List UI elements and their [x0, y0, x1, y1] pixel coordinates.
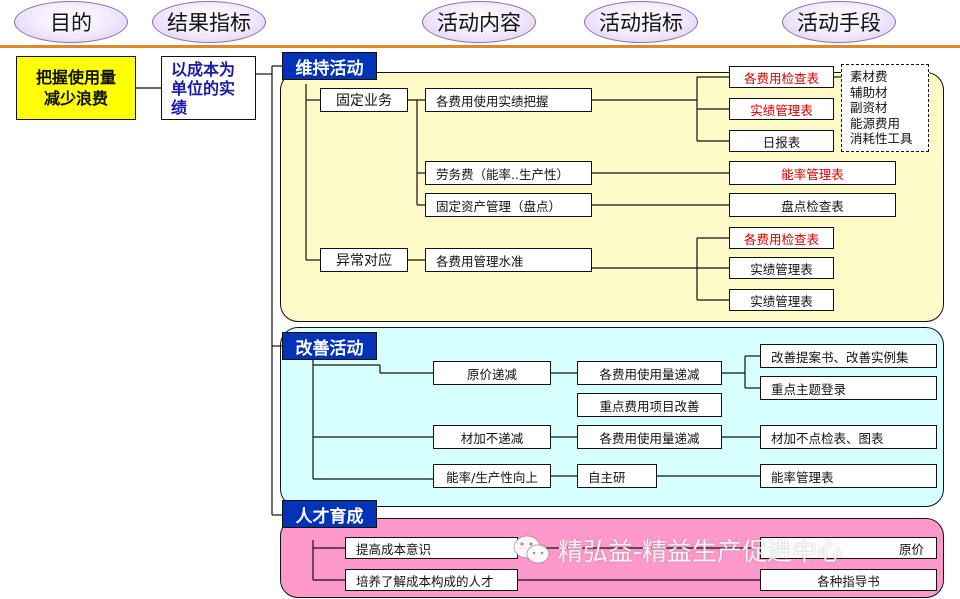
talent-means-1-label: 原价 [898, 541, 924, 557]
improve-index-3-label: 各费用使用量递减 [599, 430, 700, 446]
section-talent-label: 人才育成 [295, 506, 364, 527]
result-line2: 单位的实 [171, 78, 236, 98]
improve-means-4: 能率管理表 [760, 464, 937, 488]
improve-index-1-label: 各费用使用量递减 [599, 366, 700, 382]
improve-category-1-label: 原价递减 [466, 366, 517, 382]
maintain-means-3-label: 日报表 [762, 134, 801, 150]
maintain-activity-3: 固定资产管理（盘点） [425, 193, 592, 217]
improve-index-2: 重点费用项目改善 [577, 393, 722, 417]
purpose-box: 把握使用量 减少浪费 [16, 56, 136, 120]
maintain-activity-3-label: 固定资产管理（盘点） [436, 198, 562, 214]
maintain-means-8-label: 实绩管理表 [750, 293, 813, 309]
maintain-activity-1-label: 各费用使用实绩把握 [436, 93, 549, 109]
maintain-means-3: 日报表 [729, 130, 834, 152]
maintain-activity-1: 各费用使用实绩把握 [425, 88, 592, 112]
maintain-means-1: 各费用检查表 [729, 66, 834, 88]
cost-item-notes: 素材费 辅助材 副资材 能源费用 消耗性工具 [841, 64, 929, 152]
result-box: 以成本为 单位的实 绩 [161, 56, 256, 120]
section-improve-label: 改善活动 [295, 338, 364, 359]
category-abnormal-label: 异常对应 [336, 253, 392, 269]
maintain-means-6: 各费用检查表 [729, 227, 834, 249]
talent-means-2-label: 各种指导书 [817, 573, 880, 589]
maintain-means-6-label: 各费用检查表 [743, 231, 819, 247]
category-fixed-business: 固定业务 [320, 88, 408, 112]
improve-index-2-label: 重点费用项目改善 [599, 398, 700, 414]
improve-category-1: 原价递减 [433, 361, 551, 385]
purpose-line1: 把握使用量 [35, 68, 116, 87]
section-improve-title: 改善活动 [282, 332, 377, 360]
improve-category-2: 材加不递减 [433, 425, 551, 449]
improve-means-2-label: 重点主题登录 [771, 381, 847, 397]
maintain-activity-4: 各费用管理水准 [425, 248, 592, 272]
improve-means-3-label: 材加不点检表、图表 [771, 430, 884, 446]
talent-activity-1: 提高成本意识 [345, 537, 518, 559]
cost-item-note: 副资材 [850, 100, 888, 115]
wechat-icon [513, 535, 550, 564]
purpose-line2: 减少浪费 [43, 89, 108, 108]
cost-item-note: 能源费用 [850, 115, 901, 131]
maintain-means-2: 实绩管理表 [729, 98, 834, 120]
maintain-means-2-label: 实绩管理表 [750, 102, 813, 118]
improve-index-3: 各费用使用量递减 [577, 425, 722, 449]
section-talent-title: 人才育成 [282, 500, 377, 528]
maintain-activity-4-label: 各费用管理水准 [436, 253, 524, 269]
maintain-means-7-label: 实绩管理表 [750, 261, 813, 277]
improve-means-1: 改善提案书、改善实例集 [760, 344, 937, 368]
category-fixed-label: 固定业务 [336, 93, 392, 109]
talent-activity-2-label: 培养了解成本构成的人才 [356, 573, 494, 589]
improve-index-4: 自主研 [577, 464, 657, 488]
talent-activity-2: 培养了解成本构成的人才 [345, 569, 518, 591]
cost-item-note: 消耗性工具 [850, 131, 913, 146]
maintain-means-4-label: 能率管理表 [781, 166, 844, 182]
watermark: 精弘益-精益生产促进中心 [512, 532, 842, 568]
improve-means-1-label: 改善提案书、改善实例集 [771, 349, 909, 365]
improve-category-3-label: 能率/生产性向上 [446, 469, 538, 485]
maintain-means-4: 能率管理表 [729, 161, 896, 185]
improve-category-2-label: 材加不递减 [460, 430, 524, 446]
improve-index-1: 各费用使用量递减 [577, 361, 722, 385]
improve-means-4-label: 能率管理表 [771, 469, 834, 485]
maintain-means-5: 盘点检查表 [729, 193, 896, 217]
talent-means-2: 各种指导书 [760, 569, 937, 591]
improve-means-2: 重点主题登录 [760, 376, 937, 400]
cost-item-note: 素材费 [850, 69, 888, 84]
maintain-means-8: 实绩管理表 [729, 289, 834, 311]
improve-index-4-label: 自主研 [588, 469, 626, 485]
maintain-activity-2: 劳务费（能率..生产性） [425, 161, 592, 185]
section-maintain-title: 维持活动 [282, 52, 377, 80]
result-line1: 以成本为 [171, 59, 236, 79]
maintain-means-1-label: 各费用检查表 [743, 70, 819, 86]
improve-means-3: 材加不点检表、图表 [760, 425, 937, 449]
section-maintain-label: 维持活动 [295, 58, 364, 79]
improve-category-3: 能率/生产性向上 [433, 464, 551, 488]
category-abnormal-response: 异常对应 [320, 248, 408, 272]
watermark-text: 精弘益-精益生产促进中心 [558, 537, 843, 566]
maintain-means-5-label: 盘点检查表 [781, 198, 844, 214]
cost-item-note: 辅助材 [850, 84, 888, 100]
maintain-activity-2-label: 劳务费（能率..生产性） [436, 166, 569, 182]
talent-activity-1-label: 提高成本意识 [356, 541, 432, 557]
result-line3: 绩 [171, 97, 188, 117]
maintain-means-7: 实绩管理表 [729, 257, 834, 279]
